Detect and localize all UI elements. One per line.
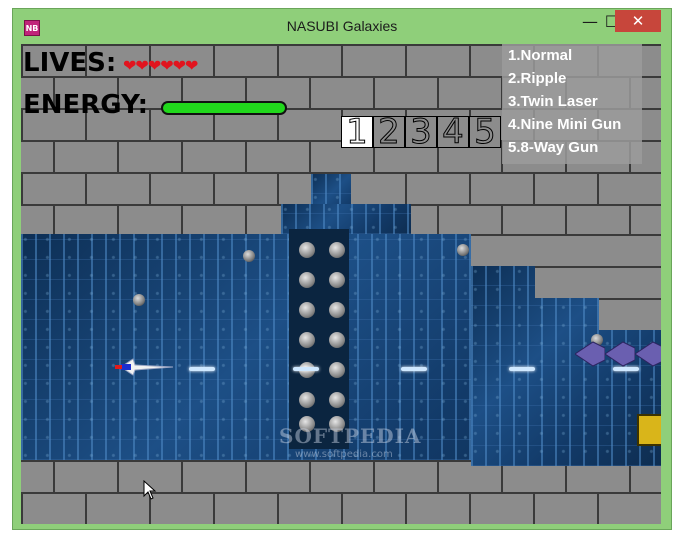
energy-bar [161, 101, 287, 115]
weapon-slot-2[interactable]: 2 [373, 115, 405, 150]
weapon-list-panel: 1.Normal 2.Ripple 3.Twin Laser 4.Nine Mi… [502, 44, 642, 164]
lives-label: LIVES: [23, 48, 117, 78]
chip-pin [299, 272, 315, 288]
weapon-list-item: 1.Normal [508, 47, 573, 64]
chip-pin [329, 242, 345, 258]
chip-pin [299, 332, 315, 348]
laser-shot [509, 367, 535, 371]
energy-label: ENERGY: [23, 90, 149, 120]
laser-shot [293, 367, 319, 371]
game-window: NB NASUBI Galaxies — ☐ ✕ SOFTPEDIA www.s… [12, 8, 672, 530]
watermark-url: www.softpedia.com [295, 449, 393, 460]
close-button[interactable]: ✕ [615, 10, 661, 32]
chip-pin [329, 332, 345, 348]
board-via [133, 294, 145, 306]
weapon-slot-4[interactable]: 4 [437, 115, 469, 150]
weapon-list-item: 3.Twin Laser [508, 93, 598, 110]
brick-step [535, 266, 661, 298]
game-canvas[interactable]: SOFTPEDIA www.softpedia.com LIVES: ❤❤❤❤❤… [21, 44, 661, 524]
chip-pin [329, 362, 345, 378]
board-via [457, 244, 469, 256]
weapon-list-item: 5.8-Way Gun [508, 139, 599, 156]
enemy-robot-icon [637, 414, 661, 446]
energy-bar-fill [163, 103, 285, 113]
title-bar[interactable]: NB NASUBI Galaxies — ☐ ✕ [13, 9, 671, 43]
chip-pin [329, 302, 345, 318]
chip-pin [299, 302, 315, 318]
laser-shot [401, 367, 427, 371]
board-via [243, 250, 255, 262]
weapon-slot-1[interactable]: 1 [341, 115, 373, 150]
chip-pin [299, 392, 315, 408]
mouse-cursor-icon [143, 480, 157, 500]
weapon-list-item: 4.Nine Mini Gun [508, 116, 622, 133]
chip-pin [299, 242, 315, 258]
enemy-ship-icon [635, 341, 661, 367]
weapon-list-item: 2.Ripple [508, 70, 567, 87]
close-icon: ✕ [631, 12, 645, 30]
lives-hearts: ❤❤❤❤❤❤ [123, 56, 198, 75]
weapon-slot-3[interactable]: 3 [405, 115, 437, 150]
watermark: SOFTPEDIA [279, 424, 422, 448]
brick-step [471, 234, 661, 266]
brick-step [599, 298, 661, 330]
enemy-ship-icon [575, 341, 605, 367]
chip-pin [329, 392, 345, 408]
enemy-ship-icon [605, 341, 635, 367]
chip-pin [329, 272, 345, 288]
laser-shot [189, 367, 215, 371]
weapon-slot-5[interactable]: 5 [469, 115, 501, 150]
weapon-slot-bar: 1 2 3 4 5 [341, 115, 501, 150]
player-ship-icon [115, 358, 174, 376]
